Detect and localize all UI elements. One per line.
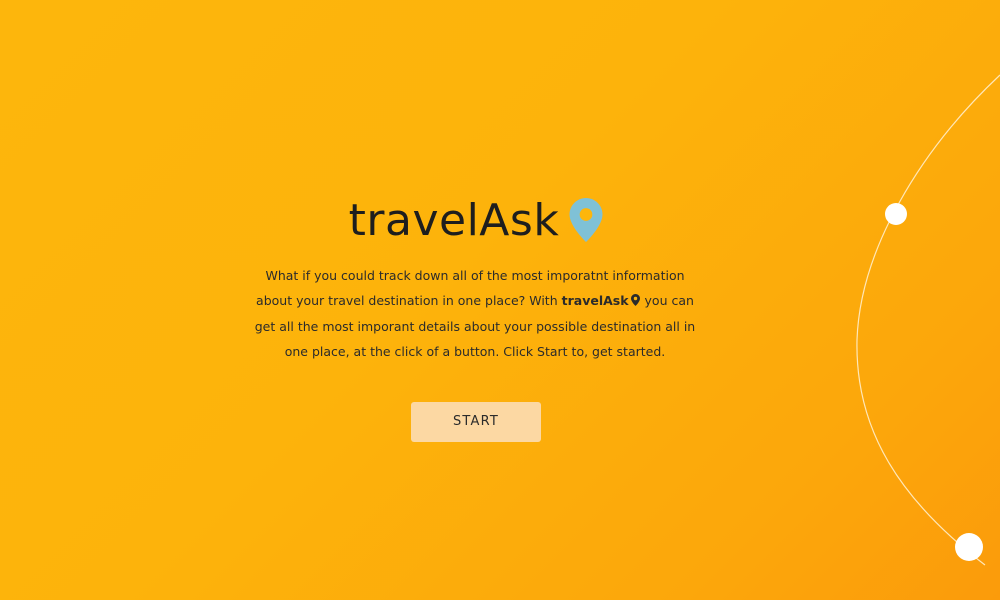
app-title: travelAsk <box>348 195 560 246</box>
location-pin-icon <box>630 289 640 314</box>
app-title-row: travelAsk <box>349 190 604 252</box>
hero-section: travelAsk What if you could track down a… <box>0 190 950 442</box>
orbit-dot-bottom <box>955 533 983 561</box>
intro-brand: travelAsk <box>561 293 629 308</box>
location-pin-icon <box>569 198 603 242</box>
intro-description: What if you could track down all of the … <box>250 263 700 364</box>
start-button[interactable]: START <box>411 401 541 442</box>
